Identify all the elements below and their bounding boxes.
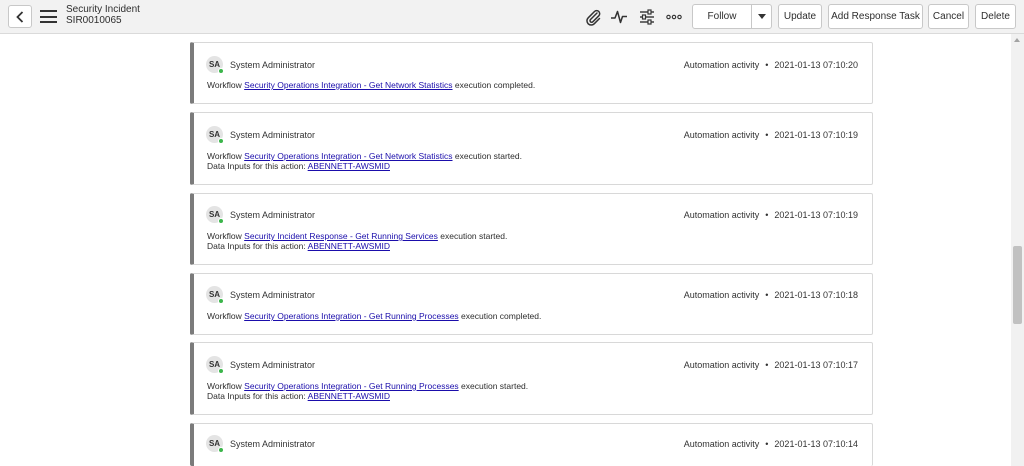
scroll-up-arrow-icon[interactable] [1014,38,1020,42]
avatar: SA [206,206,224,224]
activity-type: Automation activity [683,60,760,70]
activity-message: Workflow Security Incident Response - Ge… [207,231,508,241]
activity-meta: Automation activity • 2021-01-13 07:10:17 [683,360,858,370]
workflow-link[interactable]: Security Operations Integration - Get Ru… [244,381,459,391]
avatar: SA [206,56,224,74]
vertical-scrollbar[interactable] [1011,34,1024,466]
activity-user: System Administrator [230,360,316,370]
activity-meta: Automation activity • 2021-01-13 07:10:20 [683,60,858,70]
avatar: SA [206,356,224,374]
online-status-icon [218,218,224,224]
activity-entry: SA System Administrator Automation activ… [190,273,873,335]
online-status-icon [218,368,224,374]
activity-message: Workflow Security Operations Integration… [207,381,529,391]
activity-timestamp: 2021-01-13 07:10:19 [774,210,858,220]
record-title: Security Incident SIR0010065 [66,4,140,26]
activity-meta: Automation activity • 2021-01-13 07:10:19 [683,210,858,220]
cancel-button[interactable]: Cancel [928,4,969,29]
more-options-icon[interactable] [665,8,683,26]
activity-entry: SA System Administrator Automation activ… [190,42,873,104]
activity-user: System Administrator [230,210,316,220]
activity-inputs: Data Inputs for this action: ABENNETT-AW… [207,161,390,171]
activity-meta: Automation activity • 2021-01-13 07:10:18 [683,290,858,300]
activity-inputs: Data Inputs for this action: ABENNETT-AW… [207,391,390,401]
activity-message: Workflow Security Operations Integration… [207,311,542,321]
activity-entry: SA System Administrator Automation activ… [190,423,873,466]
activity-message: Workflow Security Operations Integration… [207,151,522,161]
avatar: SA [206,435,224,453]
activity-timestamp: 2021-01-13 07:10:14 [774,439,858,449]
activity-type: Automation activity [683,439,760,449]
caret-down-icon [757,14,766,19]
chevron-left-icon [16,10,24,23]
workflow-link[interactable]: Security Operations Integration - Get Ne… [244,151,452,161]
follow-dropdown-button[interactable] [751,4,772,29]
activity-timestamp: 2021-01-13 07:10:20 [774,60,858,70]
scrollbar-thumb[interactable] [1013,246,1022,324]
activity-type: Automation activity [683,360,760,370]
add-response-task-button[interactable]: Add Response Task [828,4,923,29]
activity-user: System Administrator [230,60,316,70]
input-host-link[interactable]: ABENNETT-AWSMID [308,391,390,401]
activity-message: Workflow Security Operations Integration… [207,80,536,90]
record-number: SIR0010065 [66,15,122,26]
activity-entry: SA System Administrator Automation activ… [190,342,873,415]
activity-timestamp: 2021-01-13 07:10:17 [774,360,858,370]
input-host-link[interactable]: ABENNETT-AWSMID [308,161,390,171]
delete-button[interactable]: Delete [975,4,1016,29]
activity-user: System Administrator [230,439,316,449]
workflow-link[interactable]: Security Operations Integration - Get Ru… [244,311,459,321]
settings-sliders-icon[interactable] [638,8,656,26]
activity-type: Automation activity [683,130,760,140]
activity-pulse-icon[interactable] [610,8,628,26]
update-button[interactable]: Update [778,4,822,29]
activity-timestamp: 2021-01-13 07:10:19 [774,130,858,140]
activity-type: Automation activity [683,210,760,220]
activity-entry: SA System Administrator Automation activ… [190,112,873,185]
hamburger-menu-icon[interactable] [40,10,57,23]
form-header: Security Incident SIR0010065 Follow Upda… [0,0,1024,34]
activity-timestamp: 2021-01-13 07:10:18 [774,290,858,300]
avatar: SA [206,286,224,304]
online-status-icon [218,447,224,453]
activity-user: System Administrator [230,130,316,140]
paperclip-icon[interactable] [584,8,602,26]
input-host-link[interactable]: ABENNETT-AWSMID [308,241,390,251]
workflow-link[interactable]: Security Operations Integration - Get Ne… [244,80,452,90]
online-status-icon [218,138,224,144]
activity-user: System Administrator [230,290,316,300]
activity-meta: Automation activity • 2021-01-13 07:10:14 [683,439,858,449]
online-status-icon [218,68,224,74]
follow-button[interactable]: Follow [692,4,752,29]
page-title: Security Incident [66,4,140,15]
activity-type: Automation activity [683,290,760,300]
back-button[interactable] [8,5,32,28]
workflow-link[interactable]: Security Incident Response - Get Running… [244,231,438,241]
online-status-icon [218,298,224,304]
activity-entry: SA System Administrator Automation activ… [190,193,873,265]
activity-meta: Automation activity • 2021-01-13 07:10:19 [683,130,858,140]
avatar: SA [206,126,224,144]
activity-inputs: Data Inputs for this action: ABENNETT-AW… [207,241,390,251]
